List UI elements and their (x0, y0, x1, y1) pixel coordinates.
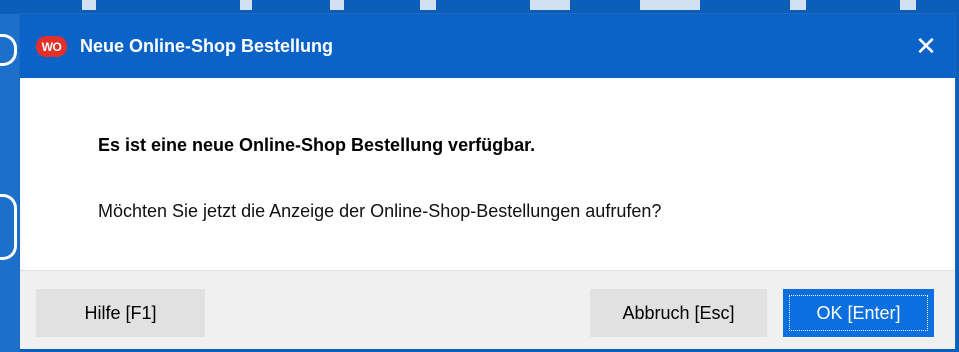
cancel-button[interactable]: Abbruch [Esc] (590, 289, 767, 337)
close-icon: ✕ (915, 30, 937, 61)
dialog-footer: Hilfe [F1] Abbruch [Esc] OK [Enter] (20, 270, 955, 349)
ok-button-label: OK [Enter] (816, 302, 901, 323)
background-app-toolbar (0, 0, 959, 14)
dialog-headline: Es ist eine neue Online-Shop Bestellung … (98, 135, 536, 155)
dialog-message: Möchten Sie jetzt die Anzeige der Online… (98, 201, 662, 221)
dialog-titlebar: WO Neue Online-Shop Bestellung ✕ (20, 14, 955, 78)
close-button[interactable]: ✕ (897, 14, 955, 78)
dialog-title: Neue Online-Shop Bestellung (80, 36, 334, 56)
app-logo-icon: WO (36, 36, 67, 57)
new-order-dialog: WO Neue Online-Shop Bestellung ✕ Es ist … (20, 14, 955, 349)
help-button[interactable]: Hilfe [F1] (36, 289, 205, 337)
background-app-edge (0, 14, 20, 352)
ok-button[interactable]: OK [Enter] (783, 289, 934, 337)
dialog-content: Es ist eine neue Online-Shop Bestellung … (20, 78, 955, 270)
